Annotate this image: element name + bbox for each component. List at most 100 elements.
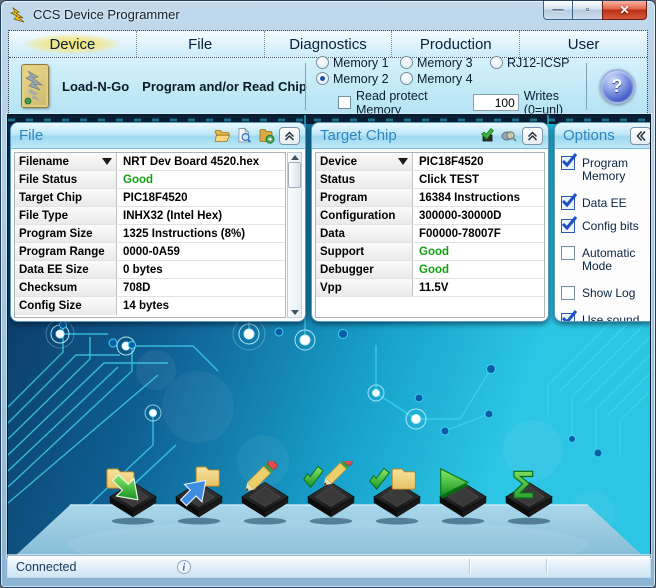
- collapse-file-panel-button[interactable]: [279, 127, 300, 145]
- statusbar-divider: [546, 559, 547, 574]
- options-panel-header: Options: [555, 123, 650, 149]
- action-label: Program and/or Read Chip: [142, 79, 307, 94]
- collapse-target-panel-button[interactable]: [522, 127, 543, 145]
- table-row[interactable]: DataF00000-78007F: [316, 225, 544, 243]
- field-value: 16384 Instructions: [413, 192, 520, 204]
- table-row[interactable]: SupportGood: [316, 243, 544, 261]
- read-protect-checkbox[interactable]: [338, 96, 351, 109]
- scrollbar[interactable]: [287, 152, 302, 318]
- inspect-chip-icon[interactable]: [500, 127, 518, 144]
- info-icon[interactable]: i: [176, 559, 192, 575]
- maximize-button[interactable]: ▫: [573, 1, 602, 20]
- tab-user[interactable]: User: [520, 31, 647, 57]
- field-value: Click TEST: [413, 174, 479, 186]
- load-n-go-label: Load-N-Go: [62, 79, 129, 94]
- table-row[interactable]: Data EE Size0 bytes: [15, 261, 285, 279]
- table-row[interactable]: Vpp11.5V: [316, 279, 544, 297]
- checkbox-icon: [561, 313, 575, 322]
- field-value: PIC18F4520: [117, 192, 188, 204]
- table-row[interactable]: File StatusGood: [15, 171, 285, 189]
- test-chip-icon[interactable]: [478, 127, 496, 144]
- option-data-ee[interactable]: Data EE: [561, 196, 650, 210]
- svg-text:Σ: Σ: [511, 464, 536, 507]
- svg-text:i: i: [183, 563, 186, 574]
- checkbox-icon: [561, 286, 575, 300]
- toolbar: Load-N-Go Program and/or Read Chip Memor…: [9, 58, 647, 114]
- option-automatic-mode[interactable]: Automatic Mode: [561, 246, 650, 273]
- table-row[interactable]: File TypeINHX32 (Intel Hex): [15, 207, 285, 225]
- radio-icon: [316, 72, 329, 85]
- table-row[interactable]: Target ChipPIC18F4520: [15, 189, 285, 207]
- target-chip-panel: Target Chip Dev: [311, 122, 549, 322]
- scrollbar-thumb[interactable]: [288, 162, 301, 188]
- options-panel: Options Program Memory Data EE: [554, 122, 650, 322]
- field-value: Good: [117, 174, 153, 186]
- ribbon-block: Device File Diagnostics Production User …: [8, 30, 648, 115]
- import-folder-icon[interactable]: [257, 127, 275, 144]
- view-file-icon[interactable]: [235, 127, 253, 144]
- field-value: 300000-30000D: [413, 210, 502, 222]
- checksum-chip-icon[interactable]: Σ: [499, 461, 559, 529]
- dropdown-icon[interactable]: [102, 158, 112, 165]
- option-program-memory[interactable]: Program Memory: [561, 156, 650, 183]
- writes-input[interactable]: [473, 94, 519, 111]
- radio-rj12-icsp[interactable]: RJ12-ICSP: [490, 56, 582, 70]
- window-title: CCS Device Programmer: [33, 7, 180, 22]
- target-panel-title: Target Chip: [320, 127, 474, 144]
- read-chip-to-file-icon[interactable]: [169, 461, 229, 529]
- tab-file[interactable]: File: [137, 31, 265, 57]
- panels-row: File: [10, 122, 650, 322]
- field-value: INHX32 (Intel Hex): [117, 210, 222, 222]
- dropdown-icon[interactable]: [398, 158, 408, 165]
- radio-memory-1[interactable]: Memory 1: [316, 56, 400, 70]
- option-use-sound[interactable]: Use sound: [561, 313, 650, 322]
- tab-production[interactable]: Production: [392, 31, 520, 57]
- connection-status: Connected: [8, 560, 76, 574]
- close-button[interactable]: ✕: [602, 1, 647, 20]
- field-value: PIC18F4520: [413, 156, 484, 168]
- tab-device[interactable]: Device: [9, 31, 137, 57]
- table-row[interactable]: Program Range0000-0A59: [15, 243, 285, 261]
- verify-chip-icon[interactable]: [367, 461, 427, 529]
- read-protect-label: Read protect Memory: [356, 89, 446, 117]
- radio-icon: [316, 56, 329, 69]
- radio-memory-4[interactable]: Memory 4: [400, 72, 490, 86]
- radio-icon: [400, 72, 413, 85]
- field-value: 0000-0A59: [117, 246, 180, 258]
- collapse-options-panel-button[interactable]: [630, 127, 650, 145]
- target-table: DevicePIC18F4520 StatusClick TEST Progra…: [315, 152, 545, 318]
- minimize-button[interactable]: —: [543, 1, 573, 20]
- radio-memory-3[interactable]: Memory 3: [400, 56, 490, 70]
- write-chip-from-file-icon[interactable]: [103, 461, 163, 529]
- field-value: NRT Dev Board 4520.hex: [117, 156, 259, 168]
- statusbar-divider: [469, 559, 470, 574]
- load-n-go-group: Load-N-Go Program and/or Read Chip: [9, 64, 305, 108]
- run-chip-icon[interactable]: [433, 461, 493, 529]
- help-button[interactable]: ?: [600, 69, 635, 104]
- table-row[interactable]: FilenameNRT Dev Board 4520.hex: [15, 153, 285, 171]
- scroll-down-icon[interactable]: [291, 310, 299, 315]
- blank-check-chip-icon[interactable]: [301, 461, 361, 529]
- table-row[interactable]: Program16384 Instructions: [316, 189, 544, 207]
- table-row[interactable]: DevicePIC18F4520: [316, 153, 544, 171]
- option-show-log[interactable]: Show Log: [561, 286, 650, 300]
- table-row[interactable]: Configuration300000-30000D: [316, 207, 544, 225]
- table-row[interactable]: StatusClick TEST: [316, 171, 544, 189]
- memory-options-group: Memory 1 Memory 3 RJ12-ICSP Memory 2 Mem…: [306, 53, 586, 120]
- option-config-bits[interactable]: Config bits: [561, 219, 650, 233]
- field-value: 708D: [117, 282, 151, 294]
- open-folder-icon[interactable]: [213, 127, 231, 144]
- table-row[interactable]: DebuggerGood: [316, 261, 544, 279]
- tab-diagnostics[interactable]: Diagnostics: [265, 31, 393, 57]
- radio-icon: [400, 56, 413, 69]
- writes-label: Writes (0=unl): [524, 89, 582, 117]
- radio-memory-2[interactable]: Memory 2: [316, 72, 400, 86]
- table-row[interactable]: Config Size14 bytes: [15, 297, 285, 315]
- main-content: File: [8, 115, 650, 557]
- erase-chip-icon[interactable]: [235, 461, 295, 529]
- table-row[interactable]: Checksum708D: [15, 279, 285, 297]
- field-value: F00000-78007F: [413, 228, 501, 240]
- field-value: 11.5V: [413, 282, 448, 294]
- scroll-up-icon[interactable]: [291, 155, 299, 160]
- table-row[interactable]: Program Size1325 Instructions (8%): [15, 225, 285, 243]
